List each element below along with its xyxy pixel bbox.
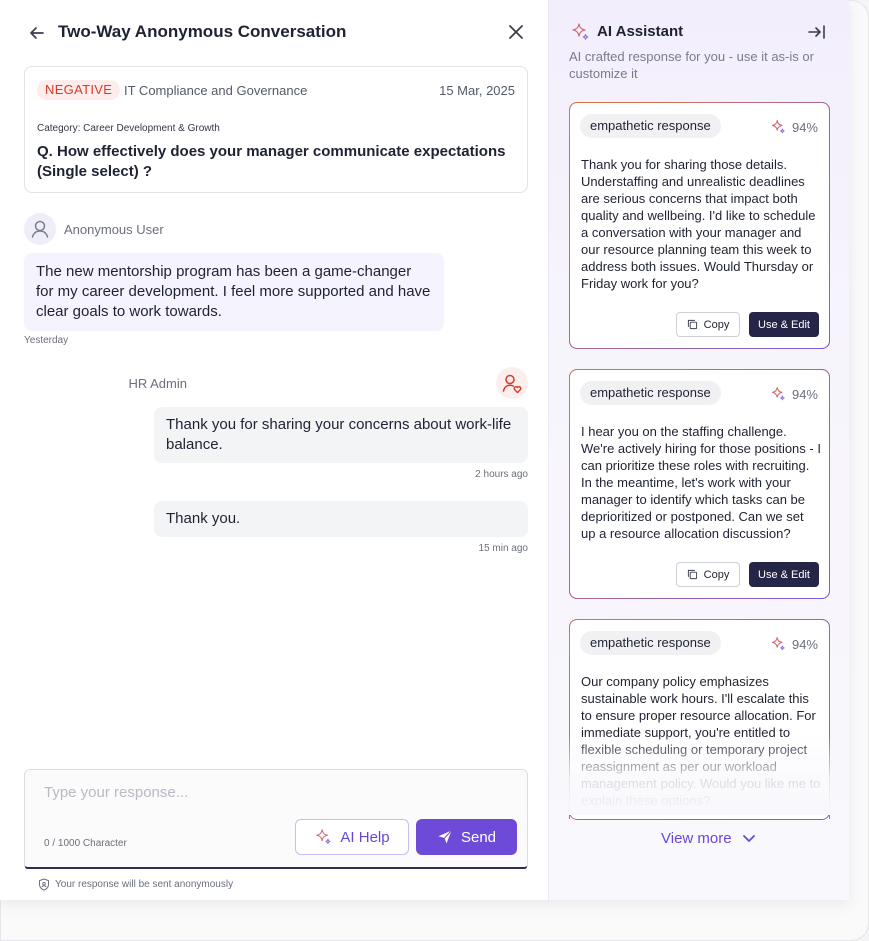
score-value: 94%: [791, 119, 818, 135]
view-more-label: View more: [661, 830, 732, 847]
sparkle-icon: [771, 120, 785, 134]
suggestion-tag: empathetic response: [580, 631, 721, 655]
collapse-panel-icon[interactable]: [807, 23, 827, 41]
incoming-message: The new mentorship program has been a ga…: [24, 253, 444, 331]
question-text: Q. How effectively does your manager com…: [37, 143, 506, 180]
message-timestamp: 2 hours ago: [475, 469, 528, 480]
ai-help-button[interactable]: AI Help: [295, 819, 409, 855]
conversation-panel: Two-Way Anonymous Conversation NEGATIVE …: [0, 0, 548, 900]
confidence-score: 94%: [770, 386, 818, 402]
send-button[interactable]: Send: [416, 819, 517, 855]
shield-icon: [39, 878, 49, 891]
suggestion-text: Thank you for sharing those details. Und…: [581, 157, 816, 291]
anonymity-note: Your response will be sent anonymously: [38, 878, 233, 891]
ai-assistant-panel: AI Assistant AI crafted response for you…: [548, 0, 849, 900]
send-icon: [438, 830, 452, 844]
back-arrow-icon[interactable]: [27, 23, 47, 43]
sentiment-badge: NEGATIVE: [37, 80, 121, 100]
anonymity-note-text: Your response will be sent anonymously: [55, 879, 234, 890]
close-icon[interactable]: [506, 22, 526, 42]
character-counter: 0 / 1000 Character: [44, 838, 127, 849]
scroll-fade: [569, 735, 830, 815]
outgoing-message: Thank you.: [154, 501, 528, 537]
question-category: Category: Career Development & Growth: [37, 123, 220, 134]
confidence-score: 94%: [770, 636, 818, 652]
sparkle-icon: [316, 829, 331, 845]
suggestion-card: empathetic response 94% I hear you on th…: [569, 369, 830, 599]
outgoing-message: Thank you for sharing your concerns abou…: [154, 407, 528, 463]
suggestion-tag: empathetic response: [580, 381, 721, 405]
response-input[interactable]: [44, 784, 504, 801]
score-value: 94%: [791, 386, 818, 402]
topic-label: IT Compliance and Governance: [124, 83, 308, 98]
anonymous-user-avatar: [24, 213, 56, 245]
chevron-down-icon: [742, 835, 755, 842]
question-card: NEGATIVE IT Compliance and Governance 15…: [24, 66, 528, 193]
sender-name: HR Admin: [128, 376, 187, 391]
sparkle-icon: [572, 23, 589, 40]
message-timestamp: 15 min ago: [478, 543, 528, 554]
copy-button[interactable]: Copy: [676, 312, 740, 337]
suggestion-tag: empathetic response: [580, 114, 721, 138]
copy-icon: [687, 319, 697, 330]
sparkle-icon: [771, 387, 785, 401]
confidence-score: 94%: [770, 119, 818, 135]
suggestion-card: empathetic response 94% Thank you for sh…: [569, 102, 830, 349]
conversation-modal: Two-Way Anonymous Conversation NEGATIVE …: [0, 0, 849, 900]
user-heart-icon: [502, 374, 522, 394]
suggestion-text: I hear you on the staffing challenge. We…: [581, 424, 821, 541]
use-edit-button[interactable]: Use & Edit: [749, 562, 819, 587]
ai-help-label: AI Help: [340, 828, 390, 846]
question-date: 15 Mar, 2025: [439, 83, 515, 98]
assistant-subtitle: AI crafted response for you - use it as-…: [569, 49, 814, 81]
hr-admin-avatar: [496, 367, 528, 399]
message-timestamp: Yesterday: [24, 335, 69, 346]
score-value: 94%: [791, 636, 818, 652]
page-title: Two-Way Anonymous Conversation: [58, 22, 347, 41]
send-label: Send: [460, 828, 497, 846]
copy-label: Copy: [703, 568, 730, 581]
response-composer: 0 / 1000 Character AI Help Send: [24, 769, 528, 869]
sparkle-icon: [771, 637, 785, 651]
use-edit-button[interactable]: Use & Edit: [749, 312, 819, 337]
copy-button[interactable]: Copy: [676, 562, 740, 587]
view-more-button[interactable]: View more: [661, 830, 756, 847]
sender-name: Anonymous User: [64, 222, 164, 237]
assistant-title: AI Assistant: [597, 23, 684, 40]
copy-icon: [687, 569, 697, 580]
copy-label: Copy: [703, 318, 730, 331]
user-icon: [31, 220, 49, 238]
